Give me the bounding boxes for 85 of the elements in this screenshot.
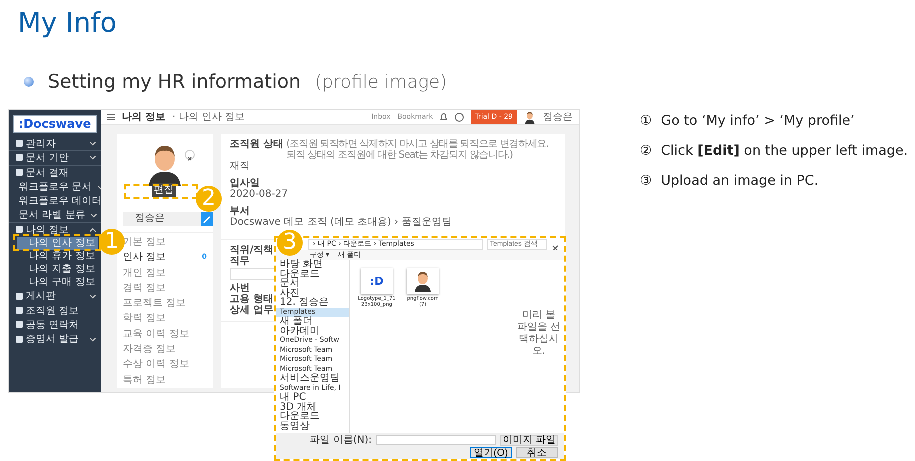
folder-tree-item[interactable]: 3D 개체 [276, 402, 349, 412]
folder-tree-item[interactable]: 12. 정승은 [276, 298, 349, 308]
sidebar-item[interactable]: 문서 결재 [9, 166, 101, 180]
chevron-icon[interactable] [91, 214, 98, 218]
chevron-icon[interactable] [90, 142, 96, 146]
sidebar-subitem[interactable]: 나의 지출 정보 [17, 263, 98, 276]
folder-tree-item[interactable]: 서비스운영팀 [276, 374, 349, 384]
profile-menu-item[interactable]: 특허 정보 [123, 372, 213, 388]
close-button[interactable] [185, 150, 195, 160]
chevron-icon[interactable] [90, 338, 96, 342]
breadcrumb-title: 나의 정보 [122, 111, 166, 124]
sidebar-item[interactable]: 조직원 정보 [9, 303, 101, 318]
avatar-icon [413, 270, 433, 292]
profile-menu-item[interactable]: 자격증 정보 [123, 342, 213, 358]
sidebar-item[interactable]: 문서 기안 [9, 151, 101, 166]
field-label: 고용 형태 [230, 294, 274, 305]
close-icon [552, 244, 559, 252]
sidebar-item[interactable]: 워크플로우 데이터 [9, 194, 101, 208]
menu-icon[interactable] [107, 114, 115, 120]
profile-menu-item[interactable]: 수상 이력 정보 [123, 357, 213, 373]
step-text: Click [Edit] on the upper left image. [661, 143, 908, 159]
field-value: Docswave 데모 조직 (데모 초대용) › 품질운영팀 [230, 217, 453, 228]
chevron-icon[interactable] [90, 294, 96, 299]
folder-tree-item[interactable]: 문서 [276, 279, 349, 288]
logo-mark: :D [370, 274, 384, 288]
folder-tree-item[interactable]: 다운로드 [276, 270, 349, 279]
field-label: 파일 이름(N): [310, 434, 372, 447]
profile-menu-item[interactable]: 개인 정보 [123, 266, 213, 281]
edit-button[interactable] [201, 212, 213, 226]
chevron-icon[interactable] [90, 156, 96, 160]
step-number: ① [640, 113, 652, 129]
section-note: (profile image) [315, 72, 448, 92]
name-field[interactable]: 정승은 [123, 212, 201, 226]
pencil-icon [203, 216, 211, 224]
field-label: 사번 [230, 283, 250, 294]
field-label: 부서 [230, 206, 250, 217]
field-value: 재직 [230, 161, 251, 172]
field-label: 직무 [230, 256, 250, 267]
step-text: Upload an image in PC. [661, 173, 819, 189]
logo[interactable]: :Docswave [13, 115, 97, 133]
field-label: 입사일 [230, 178, 260, 189]
sidebar-subitem[interactable]: 나의 휴가 정보 [17, 250, 98, 264]
bullet-icon [24, 77, 34, 87]
section-title: Setting my HR information [48, 71, 302, 93]
field-label: 조직원 상태 [230, 139, 284, 150]
file-type-select[interactable]: 이미지 파일 [500, 434, 558, 446]
field-hint: (조직원 퇴직하면 삭제하지 마시고 상태를 퇴직으로 변경하세요. 퇴직 상태의 조직원에 대한 Seat는 차감되지 않습니다.) [286, 139, 550, 161]
open-button[interactable]: 열기(O) [470, 446, 512, 458]
folder-tree-item[interactable]: 내 PC [276, 393, 349, 402]
folder-tree-item[interactable]: 사진 [276, 288, 349, 298]
sidebar-item[interactable]: 나의 정보 [9, 222, 101, 238]
field-label: 상세 업무 [230, 305, 274, 316]
sidebar-subitem[interactable]: 나의 구매 정보 [17, 276, 98, 290]
sidebar-item[interactable]: 관리자 [9, 137, 101, 152]
breadcrumb-page: · 나의 인사 정보 [172, 111, 246, 124]
profile-menu-item[interactable]: 학력 정보 [123, 311, 213, 327]
step-number: ② [640, 143, 652, 159]
menu-icon [16, 226, 23, 234]
filename-field[interactable] [376, 435, 496, 445]
field-label: 직위/직책 [230, 245, 274, 256]
folder-tree-item[interactable]: 다운로드 [276, 412, 349, 422]
file-thumbnail[interactable]: :D [361, 268, 393, 294]
profile-menu-item[interactable]: 교육 이력 정보 [123, 326, 213, 342]
step-text: Go to ‘My info’ > ‘My profile’ [661, 113, 855, 129]
profile-menu-item[interactable]: 프로젝트 정보 [123, 296, 213, 312]
close-icon [186, 155, 194, 163]
folder-tree-item[interactable]: 동영상 [276, 422, 349, 431]
step-number: ③ [640, 173, 652, 189]
folder-tree-item[interactable]: 바탕 화면 [276, 260, 349, 270]
chevron-icon[interactable] [90, 228, 96, 232]
sidebar-item[interactable]: 공동 연락처 [9, 318, 101, 332]
sidebar-subitem[interactable]: 나의 인사 정보 [17, 237, 98, 250]
folder-tree-item[interactable]: 새 폴더 [276, 317, 349, 326]
page-title: My Info [17, 7, 118, 39]
profile-menu-item[interactable]: 경력 정보 [123, 280, 213, 296]
avatar-icon [524, 110, 536, 124]
preview-note: 미리 볼 파일을 선택하십시오. [517, 310, 561, 358]
sidebar-item[interactable]: 게시판 [9, 289, 101, 304]
field-value: 2020-08-27 [230, 189, 290, 200]
folder-tree-item[interactable]: 아카데미 [276, 326, 349, 336]
sidebar-item[interactable]: 증명서 발급 [9, 332, 101, 346]
user-name[interactable]: 정승은 [543, 110, 573, 124]
cancel-button[interactable]: 취소 [516, 446, 558, 458]
bell-icon[interactable] [440, 112, 448, 122]
edit-label[interactable]: 편집 [152, 183, 176, 197]
